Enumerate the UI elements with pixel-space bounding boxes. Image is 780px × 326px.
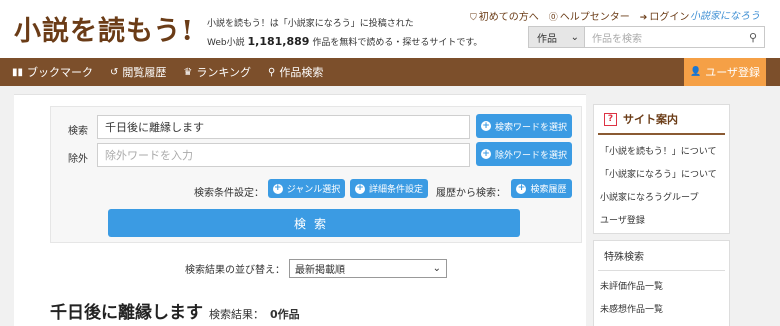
nav-item-bookmark[interactable]: ▮▮ ブックマーク xyxy=(12,64,93,80)
register-label: ユーザ登録 xyxy=(705,66,760,79)
link-login-label: ログイン xyxy=(649,12,690,23)
guide-item-group[interactable]: 小説家になろうグループ xyxy=(594,185,729,208)
site-tagline: 小説を読もう！は「小説家になろう」に投稿された xyxy=(207,19,414,29)
sort-select[interactable]: 最新掲載順 ⌄ xyxy=(289,259,447,278)
search-type-select[interactable]: 作品 ⌄ xyxy=(529,27,585,47)
chevron-down-icon: ⌄ xyxy=(432,263,441,274)
conditions-label: 検索条件設定： xyxy=(194,188,264,199)
count-prefix: Web小説 xyxy=(207,38,245,48)
site-guide-title: ? サイト案内 xyxy=(598,105,725,135)
site-count-line: Web小説 1,181,889 作品を無料で読める・探せるサイトです。 xyxy=(207,35,482,48)
keyword-label: 検索 xyxy=(68,126,88,137)
select-exclude-label: 除外ワードを選択 xyxy=(494,150,567,161)
nav-item-ranking[interactable]: ♛ ランキング xyxy=(183,64,251,80)
plus-icon: + xyxy=(480,120,491,131)
sort-row: 検索結果の並び替え： 最新掲載順 ⌄ xyxy=(185,259,447,278)
help-icon: ⓪ xyxy=(548,13,558,23)
link-help-label: ヘルプセンター xyxy=(559,12,630,23)
search-history-button[interactable]: + 検索履歴 xyxy=(511,179,572,198)
guide-item-about-yomou[interactable]: 「小説を読もう！」について xyxy=(594,139,729,162)
link-beginners[interactable]: ⛉ 初めての方へ xyxy=(470,8,539,23)
search-submit-button[interactable]: 検索 xyxy=(108,209,520,237)
site-logo[interactable]: 小説を読もう! xyxy=(14,9,194,48)
nav-item-label: 作品検索 xyxy=(279,66,324,79)
search-history-label: 検索履歴 xyxy=(530,185,567,195)
search-type-value: 作品 xyxy=(537,33,557,45)
result-label: 検索結果： xyxy=(209,308,264,321)
sort-label: 検索結果の並び替え： xyxy=(185,265,285,276)
link-login[interactable]: ➔ ログイン xyxy=(640,8,690,23)
result-query: 千日後に離縁します xyxy=(50,303,203,323)
main-nav: ▮▮ ブックマーク ↺ 閲覧履歴 ♛ ランキング ⚲ 作品検索 👤 ユーザ登録 xyxy=(0,58,780,86)
link-help[interactable]: ⓪ ヘルプセンター xyxy=(549,8,630,23)
guide-item-about-narou[interactable]: 「小説家になろう」について xyxy=(594,162,729,185)
site-header: 小説を読もう! 小説を読もう！は「小説家になろう」に投稿された Web小説 1,… xyxy=(0,0,780,58)
plus-icon: + xyxy=(272,183,283,194)
main-content: 検索 千日後に離縁します + 検索ワードを選択 除外 除外ワードを入力 + 除外ワー… xyxy=(14,94,586,326)
genre-select-button[interactable]: + ジャンル選択 xyxy=(268,179,345,198)
result-count: 0作品 xyxy=(270,308,300,321)
count-suffix: 作品を無料で読める・探せるサイトです。 xyxy=(312,38,483,48)
select-keyword-label: 検索ワードを選択 xyxy=(494,122,567,133)
plus-icon: + xyxy=(516,183,527,194)
top-links: ⛉ 初めての方へ ⓪ ヘルプセンター ➔ ログイン xyxy=(470,8,689,23)
header-search: 作品 ⌄ 作品を検索 ⚲ xyxy=(528,26,765,48)
site-guide-box: ? サイト案内 「小説を読もう！」について 「小説家になろう」について 小説家にな… xyxy=(593,104,730,234)
history-icon: ↺ xyxy=(110,66,119,78)
site-guide-title-text: サイト案内 xyxy=(623,113,678,126)
register-button[interactable]: 👤 ユーザ登録 xyxy=(684,58,766,86)
user-icon: 👤 xyxy=(690,67,702,77)
result-heading: 千日後に離縁します 検索結果： 0作品 xyxy=(50,298,300,323)
header-search-input[interactable]: 作品を検索 xyxy=(585,27,742,47)
nav-item-label: 閲覧履歴 xyxy=(122,66,167,79)
history-label: 履歴から検索： xyxy=(436,188,506,199)
narou-logo[interactable]: 小説家になろう xyxy=(690,7,760,22)
keyword-input[interactable]: 千日後に離縁します xyxy=(97,115,470,139)
shield-icon: ⛉ xyxy=(470,13,477,23)
question-icon: ? xyxy=(604,112,617,126)
nav-item-search[interactable]: ⚲ 作品検索 xyxy=(268,64,323,80)
login-icon: ➔ xyxy=(639,13,648,23)
link-beginners-label: 初めての方へ xyxy=(478,12,539,23)
chevron-down-icon: ⌄ xyxy=(570,31,579,43)
detail-condition-label: 詳細条件設定 xyxy=(368,185,423,195)
sort-value: 最新掲載順 xyxy=(295,265,345,276)
guide-item-register[interactable]: ユーザ登録 xyxy=(594,208,729,231)
special-item-unrated[interactable]: 未評価作品一覧 xyxy=(594,274,729,297)
select-exclude-button[interactable]: + 除外ワードを選択 xyxy=(476,142,572,166)
crown-icon: ♛ xyxy=(183,66,193,78)
nav-item-label: ブックマーク xyxy=(27,66,94,79)
plus-icon: + xyxy=(480,148,491,159)
select-keyword-button[interactable]: + 検索ワードを選択 xyxy=(476,114,572,138)
work-count: 1,181,889 xyxy=(247,35,310,48)
detail-condition-button[interactable]: + 詳細条件設定 xyxy=(350,179,428,198)
plus-icon: + xyxy=(354,183,365,194)
special-search-title: 特殊検索 xyxy=(598,241,725,271)
search-icon: ⚲ xyxy=(268,66,276,78)
exclude-input[interactable]: 除外ワードを入力 xyxy=(97,143,470,167)
special-search-box: 特殊検索 未評価作品一覧 未感想作品一覧 xyxy=(593,240,730,326)
nav-item-history[interactable]: ↺ 閲覧履歴 xyxy=(110,64,166,80)
search-icon[interactable]: ⚲ xyxy=(742,27,764,47)
special-item-unreviewed[interactable]: 未感想作品一覧 xyxy=(594,297,729,320)
nav-item-label: ランキング xyxy=(196,66,252,79)
exclude-label: 除外 xyxy=(68,154,88,165)
bookmark-icon: ▮▮ xyxy=(12,66,24,78)
genre-select-label: ジャンル選択 xyxy=(286,185,341,195)
